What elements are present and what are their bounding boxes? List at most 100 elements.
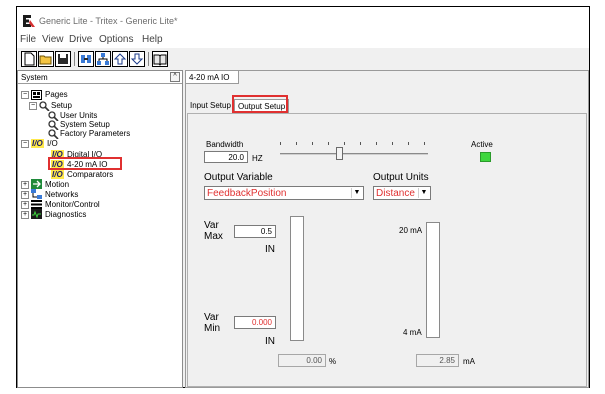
slider-thumb[interactable] <box>336 147 343 160</box>
system-pane-title: System <box>21 73 48 82</box>
tab-4-20ma-io[interactable]: 4-20 mA IO <box>186 71 239 84</box>
window-title: Generic Lite - Tritex - Generic Lite* <box>39 16 178 26</box>
toolbar-separator <box>148 52 149 66</box>
var-max-value: 0.5 <box>260 227 272 236</box>
var-max-label-2: Max <box>204 231 223 242</box>
wrench-icon <box>39 101 50 111</box>
bandwidth-field[interactable]: 20.0 <box>204 151 248 163</box>
slider-track <box>280 153 428 155</box>
tree-item-setup[interactable]: Setup <box>51 101 72 110</box>
tree-item-user-units[interactable]: User Units <box>60 111 97 120</box>
save-icon <box>58 54 68 64</box>
var-min-label-1: Var <box>204 312 219 323</box>
drive-connect-icon <box>81 55 91 63</box>
percent-unit: % <box>329 357 337 366</box>
book-button[interactable] <box>152 51 168 67</box>
connect-button[interactable] <box>78 51 94 67</box>
io-icon: I/O <box>31 139 44 148</box>
output-units-label: Output Units <box>373 172 429 183</box>
percent-bar <box>290 216 304 341</box>
tree-item-motion[interactable]: Motion <box>45 180 69 189</box>
network-icon <box>97 53 109 65</box>
ma-value: 2.85 <box>439 356 455 365</box>
book-icon <box>153 54 167 66</box>
chevron-down-icon[interactable]: ▼ <box>418 188 429 198</box>
output-variable-value: FeedbackPosition <box>207 188 287 199</box>
tree-item-diagnostics[interactable]: Diagnostics <box>45 210 86 219</box>
app-logo-icon <box>23 15 35 27</box>
bandwidth-label: Bandwidth <box>206 140 244 149</box>
tree-expander[interactable]: − <box>21 140 29 148</box>
var-max-label-1: Var <box>204 220 219 231</box>
bandwidth-unit: HZ <box>252 154 263 163</box>
chevron-up-icon: ^ <box>173 73 177 80</box>
upload-arrow-icon <box>113 53 127 65</box>
pages-icon <box>31 90 42 100</box>
tree-expander[interactable]: + <box>21 211 29 219</box>
tree-expander[interactable]: − <box>21 91 29 99</box>
menu-help[interactable]: Help <box>142 34 163 45</box>
tree-item-factory-parameters[interactable]: Factory Parameters <box>60 129 130 138</box>
tree-item-io[interactable]: I/O <box>47 139 58 148</box>
collapse-pane-button[interactable]: ^ <box>170 72 180 82</box>
download-arrow-icon <box>130 53 144 65</box>
diagnostics-icon <box>31 209 42 219</box>
ma-4-label: 4 mA <box>403 328 422 337</box>
percent-readout: 0.00 <box>278 354 326 367</box>
wrench-icon <box>48 129 59 139</box>
app-window: Generic Lite - Tritex - Generic Lite* Fi… <box>16 6 590 388</box>
open-folder-icon <box>39 55 52 65</box>
system-pane-header: System ^ <box>18 71 182 84</box>
var-min-field[interactable]: 0.000 <box>234 316 276 329</box>
output-variable-label: Output Variable <box>204 172 273 183</box>
ma-unit: mA <box>463 357 475 366</box>
toolbar-separator <box>74 52 75 66</box>
menu-options[interactable]: Options <box>99 34 133 45</box>
networks-icon <box>31 189 42 199</box>
active-indicator <box>480 152 491 162</box>
tree-expander[interactable]: + <box>21 191 29 199</box>
percent-value: 0.00 <box>306 356 322 365</box>
var-max-field[interactable]: 0.5 <box>234 225 276 238</box>
tree-item-system-setup[interactable]: System Setup <box>60 120 110 129</box>
active-tab-highlight <box>232 95 288 113</box>
ma-bar <box>426 222 440 338</box>
io-icon: I/O <box>51 170 64 179</box>
motion-icon <box>31 179 42 189</box>
menu-drive[interactable]: Drive <box>69 34 92 45</box>
bandwidth-slider[interactable] <box>280 142 428 166</box>
upload-button[interactable] <box>112 51 128 67</box>
var-min-value: 0.000 <box>251 318 272 327</box>
output-variable-select[interactable]: FeedbackPosition ▼ <box>204 186 364 200</box>
toolbar <box>17 49 589 69</box>
chevron-down-icon[interactable]: ▼ <box>351 188 362 198</box>
tree-item-pages[interactable]: Pages <box>45 90 68 99</box>
open-button[interactable] <box>38 51 54 67</box>
new-file-button[interactable] <box>21 51 37 67</box>
output-units-select[interactable]: Distance ▼ <box>373 186 431 200</box>
network-button[interactable] <box>95 51 111 67</box>
var-min-unit: IN <box>265 336 275 347</box>
new-file-icon <box>24 52 35 66</box>
menu-view[interactable]: View <box>42 34 64 45</box>
var-min-label-2: Min <box>204 323 221 334</box>
tree-item-networks[interactable]: Networks <box>45 190 78 199</box>
menu-file[interactable]: File <box>20 34 36 45</box>
tree-expander[interactable]: + <box>21 181 29 189</box>
output-units-value: Distance <box>376 188 415 199</box>
output-setup-panel: Bandwidth 20.0 HZ Active Output Variable… <box>187 113 587 387</box>
tree-expander[interactable]: − <box>29 102 37 110</box>
tree-item-comparators[interactable]: Comparators <box>67 170 113 179</box>
save-button[interactable] <box>55 51 71 67</box>
tab-input-setup[interactable]: Input Setup <box>187 99 234 113</box>
slider-ticks <box>280 142 428 146</box>
bandwidth-value: 20.0 <box>228 153 244 162</box>
tree-item-monitor-control[interactable]: Monitor/Control <box>45 200 100 209</box>
active-label: Active <box>471 140 493 149</box>
download-button[interactable] <box>129 51 145 67</box>
ma-20-label: 20 mA <box>399 226 423 235</box>
page-content-pane: 4-20 mA IO Input Setup Output Setup Band… <box>185 70 589 388</box>
tree-expander[interactable]: + <box>21 201 29 209</box>
ma-readout: 2.85 <box>416 354 459 367</box>
selected-item-highlight <box>48 157 122 170</box>
